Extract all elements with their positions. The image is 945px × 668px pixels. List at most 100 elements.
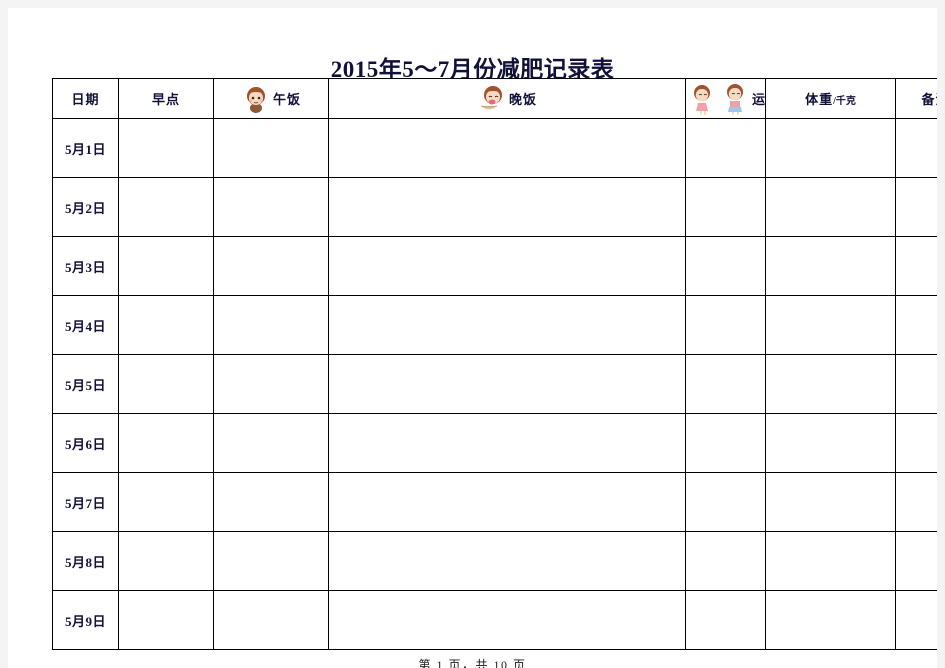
entry-cell-dinner[interactable] (328, 118, 686, 178)
girl-jump-icon (720, 82, 750, 116)
entry-cell-lunch[interactable] (213, 118, 329, 178)
entry-cell-weight[interactable] (765, 354, 896, 414)
girl-eating-bowl-icon (477, 82, 507, 116)
date-cell: 5月4日 (52, 295, 119, 355)
entry-cell-remarks[interactable] (895, 413, 937, 473)
header-cell-content: 备注 (896, 79, 937, 118)
header-cell-content: 午饭 (214, 79, 328, 118)
table-header-cell-breakfast: 早点 (118, 78, 214, 119)
entry-cell-breakfast[interactable] (118, 295, 214, 355)
entry-cell-weight[interactable] (765, 236, 896, 296)
entry-cell-weight[interactable] (765, 295, 896, 355)
entry-cell-weight[interactable] (765, 118, 896, 178)
entry-cell-breakfast[interactable] (118, 531, 214, 591)
entry-cell-exercise[interactable] (685, 177, 766, 237)
table-row: 5月7日 (52, 472, 937, 532)
entry-cell-breakfast[interactable] (118, 354, 214, 414)
entry-cell-dinner[interactable] (328, 354, 686, 414)
entry-cell-exercise[interactable] (685, 472, 766, 532)
entry-cell-lunch[interactable] (213, 531, 329, 591)
entry-cell-remarks[interactable] (895, 590, 937, 650)
entry-cell-breakfast[interactable] (118, 413, 214, 473)
table-row: 5月9日 (52, 590, 937, 650)
table-header-cell-lunch: 午饭 (213, 78, 329, 119)
table-header-cell-date: 日期 (52, 78, 119, 119)
entry-cell-remarks[interactable] (895, 472, 937, 532)
column-header-label-weight: 体重/千克 (805, 92, 856, 107)
entry-cell-dinner[interactable] (328, 236, 686, 296)
entry-cell-weight[interactable] (765, 531, 896, 591)
table-header-row: 日期 早点 午饭 晚饭 运动 体重/千克 备注 (52, 78, 937, 119)
entry-cell-breakfast[interactable] (118, 472, 214, 532)
entry-cell-lunch[interactable] (213, 413, 329, 473)
entry-cell-dinner[interactable] (328, 295, 686, 355)
entry-cell-breakfast[interactable] (118, 177, 214, 237)
entry-cell-weight[interactable] (765, 177, 896, 237)
entry-cell-exercise[interactable] (685, 531, 766, 591)
entry-cell-dinner[interactable] (328, 531, 686, 591)
column-header-label-breakfast: 早点 (151, 92, 180, 107)
header-cell-content: 运动 (686, 79, 765, 118)
entry-cell-dinner[interactable] (328, 472, 686, 532)
header-cell-content: 日期 (53, 79, 118, 118)
diet-record-table: 日期 早点 午饭 晚饭 运动 体重/千克 备注 5月1日5月2日5月3日5月4日5月5日5月6… (52, 78, 937, 650)
column-header-label-date: 日期 (71, 92, 100, 107)
column-header-unit-weight: /千克 (833, 96, 856, 107)
entry-cell-exercise[interactable] (685, 295, 766, 355)
table-row: 5月2日 (52, 177, 937, 237)
entry-cell-lunch[interactable] (213, 472, 329, 532)
table-row: 5月5日 (52, 354, 937, 414)
entry-cell-lunch[interactable] (213, 236, 329, 296)
entry-cell-breakfast[interactable] (118, 590, 214, 650)
table-row: 5月8日 (52, 531, 937, 591)
entry-cell-remarks[interactable] (895, 118, 937, 178)
entry-cell-lunch[interactable] (213, 354, 329, 414)
date-cell: 5月1日 (52, 118, 119, 178)
table-row: 5月6日 (52, 413, 937, 473)
entry-cell-dinner[interactable] (328, 590, 686, 650)
date-cell: 5月8日 (52, 531, 119, 591)
table-header-cell-exercise: 运动 (685, 78, 766, 119)
entry-cell-weight[interactable] (765, 590, 896, 650)
date-cell: 5月5日 (52, 354, 119, 414)
entry-cell-dinner[interactable] (328, 177, 686, 237)
entry-cell-remarks[interactable] (895, 531, 937, 591)
date-cell: 5月7日 (52, 472, 119, 532)
column-header-label-remarks: 备注 (921, 92, 937, 107)
entry-cell-lunch[interactable] (213, 177, 329, 237)
entry-cell-exercise[interactable] (685, 413, 766, 473)
table-header-cell-dinner: 晚饭 (328, 78, 686, 119)
entry-cell-breakfast[interactable] (118, 236, 214, 296)
date-cell: 5月3日 (52, 236, 119, 296)
column-header-label-lunch: 午饭 (272, 92, 301, 107)
date-cell: 5月6日 (52, 413, 119, 473)
girl-stretch-icon (688, 82, 718, 116)
entry-cell-remarks[interactable] (895, 236, 937, 296)
entry-cell-exercise[interactable] (685, 118, 766, 178)
table-row: 5月1日 (52, 118, 937, 178)
date-cell: 5月9日 (52, 590, 119, 650)
entry-cell-weight[interactable] (765, 413, 896, 473)
entry-cell-dinner[interactable] (328, 413, 686, 473)
column-header-label-exercise: 运动 (752, 92, 765, 107)
page-footer: 第 1 页，共 10 页 (418, 658, 527, 668)
column-header-label-dinner: 晚饭 (508, 92, 537, 107)
entry-cell-lunch[interactable] (213, 295, 329, 355)
table-header-cell-remarks: 备注 (895, 78, 937, 119)
date-cell: 5月2日 (52, 177, 119, 237)
header-cell-content: 早点 (119, 79, 213, 118)
entry-cell-exercise[interactable] (685, 236, 766, 296)
girl-face-icon (241, 82, 271, 116)
header-cell-content: 体重/千克 (766, 79, 895, 118)
entry-cell-breakfast[interactable] (118, 118, 214, 178)
entry-cell-remarks[interactable] (895, 295, 937, 355)
entry-cell-remarks[interactable] (895, 177, 937, 237)
entry-cell-weight[interactable] (765, 472, 896, 532)
entry-cell-exercise[interactable] (685, 590, 766, 650)
table-row: 5月3日 (52, 236, 937, 296)
table-row: 5月4日 (52, 295, 937, 355)
entry-cell-lunch[interactable] (213, 590, 329, 650)
entry-cell-remarks[interactable] (895, 354, 937, 414)
document-page: 2015年5～7月份减肥记录表 日期早点午饭晚饭运动体重/千克备注5月1日5月2… (8, 8, 937, 668)
entry-cell-exercise[interactable] (685, 354, 766, 414)
